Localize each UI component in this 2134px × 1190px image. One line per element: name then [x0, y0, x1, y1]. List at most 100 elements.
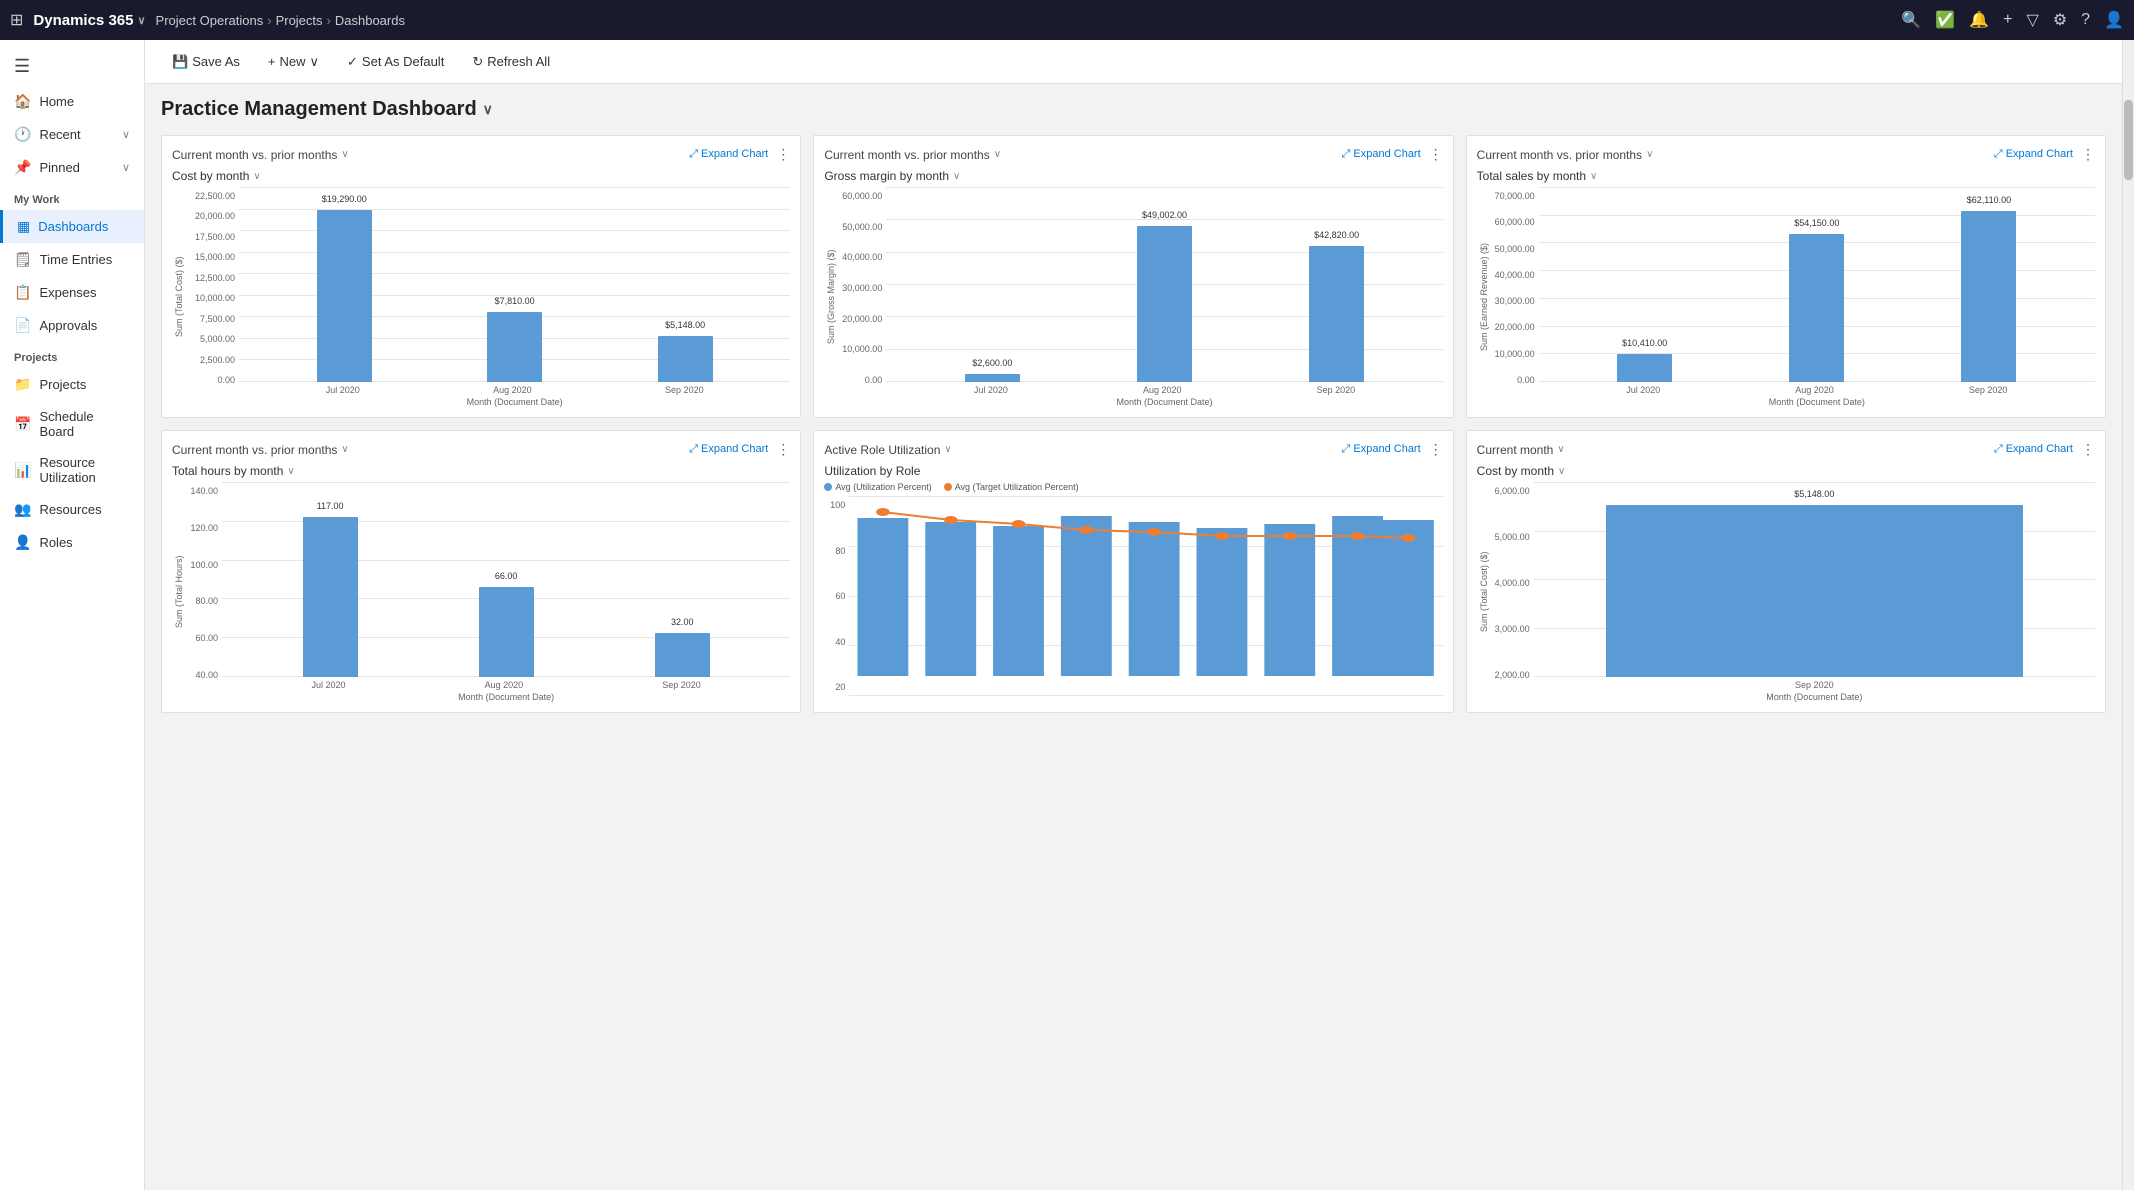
expand-chart-2[interactable]: ⤢ Expand Chart [1342, 148, 1421, 161]
y-axis-1: 22,500.0020,000.0017,500.0015,000.0012,5… [184, 187, 239, 407]
chart-header-chevron-4[interactable]: ∨ [341, 444, 348, 455]
chart-body-3: Sum (Earned Revenue) ($) 70,000.0060,000… [1477, 187, 2095, 407]
chart-subtitle-chevron-3[interactable]: ∨ [1590, 171, 1597, 182]
chart-plot-1: $19,290.00 $7,810.00 $5,148.00 [239, 187, 790, 407]
user-icon[interactable]: 👤 [2104, 10, 2124, 30]
expenses-icon: 📋 [14, 284, 31, 301]
sidebar-item-resources[interactable]: 👥 Resources [0, 493, 144, 526]
sidebar-item-dashboards[interactable]: ▦ Dashboards [0, 210, 144, 243]
help-icon[interactable]: ? [2081, 11, 2090, 29]
save-as-button[interactable]: 💾 Save As [161, 48, 251, 76]
save-as-icon: 💾 [172, 54, 188, 70]
chart-plot-2: $2,600.00 $49,002.00 $42,820.00 [886, 187, 1442, 407]
charts-row-2: Current month vs. prior months ∨ ⤢ Expan… [161, 430, 2106, 713]
chart-subtitle-chevron-2[interactable]: ∨ [953, 171, 960, 182]
chart-title-4: Current month vs. prior months ∨ [172, 443, 349, 457]
new-button[interactable]: + New ∨ [257, 48, 330, 76]
chart-subtitle-chevron-6[interactable]: ∨ [1558, 466, 1565, 477]
bar-val-2-1: $2,600.00 [972, 358, 1012, 368]
more-options-6[interactable]: ⋮ [2081, 441, 2095, 458]
brand-chevron[interactable]: ∨ [137, 14, 145, 27]
chart-subtitle-chevron-4[interactable]: ∨ [287, 466, 294, 477]
sidebar-item-projects[interactable]: 📁 Projects [0, 368, 144, 401]
x-label-2-3: Sep 2020 [1317, 385, 1356, 395]
sidebar-label-time-entries: Time Entries [40, 252, 112, 267]
expand-chart-1[interactable]: ⤢ Expand Chart [689, 148, 768, 161]
nav-icons: 🔍 ✅ 🔔 + ▽ ⚙ ? 👤 [1901, 10, 2124, 30]
bar-item-4-2: 66.00 [479, 587, 534, 677]
sidebar-item-expenses[interactable]: 📋 Expenses [0, 276, 144, 309]
chart-body-2: Sum (Gross Margin) ($) 60,000.0050,000.0… [824, 187, 1442, 407]
scrollbar[interactable] [2122, 40, 2134, 1190]
chart-header-chevron-5[interactable]: ∨ [944, 444, 951, 455]
bar-4-3 [655, 633, 710, 677]
chart-header-chevron-6[interactable]: ∨ [1557, 444, 1564, 455]
chart-actions-5: ⤢ Expand Chart ⋮ [1342, 441, 1443, 458]
filter-icon[interactable]: ▽ [2027, 10, 2039, 30]
sidebar-label-resource-util: Resource Utilization [39, 455, 130, 485]
chart-header-5: Active Role Utilization ∨ ⤢ Expand Chart… [824, 441, 1442, 458]
x-label-3-1: Jul 2020 [1626, 385, 1660, 395]
scroll-thumb[interactable] [2124, 100, 2133, 180]
chart-subtitle-text-4: Total hours by month [172, 464, 283, 478]
sidebar-item-pinned[interactable]: 📌 Pinned ∨ [0, 151, 144, 184]
charts-row-1: Current month vs. prior months ∨ ⤢ Expan… [161, 135, 2106, 418]
sidebar-item-schedule-board[interactable]: 📅 Schedule Board [0, 401, 144, 447]
brand[interactable]: Dynamics 365 ∨ [33, 12, 145, 29]
sidebar-item-time-entries[interactable]: 🗒 Time Entries [0, 243, 144, 276]
bars-container-2: $2,600.00 $49,002.00 $42,820.00 [886, 187, 1442, 382]
more-options-2[interactable]: ⋮ [1429, 146, 1443, 163]
bars-container-4: 117.00 66.00 32.00 [222, 482, 790, 677]
expand-chart-4[interactable]: ⤢ Expand Chart [689, 443, 768, 456]
sidebar-item-resource-utilization[interactable]: 📊 Resource Utilization [0, 447, 144, 493]
search-icon[interactable]: 🔍 [1901, 10, 1921, 30]
y-axis-6: 6,000.005,000.004,000.003,000.002,000.00 [1489, 482, 1534, 702]
more-options-1[interactable]: ⋮ [776, 146, 790, 163]
app-grid-icon[interactable]: ⊞ [10, 10, 23, 30]
chart-subtitle-3: Total sales by month ∨ [1477, 169, 2095, 183]
hamburger-menu[interactable]: ☰ [0, 48, 144, 85]
plus-icon[interactable]: + [2003, 11, 2012, 29]
approvals-icon: 📄 [14, 317, 31, 334]
y-axis-title-2: Sum (Gross Margin) ($) [824, 187, 836, 407]
chart-header-2: Current month vs. prior months ∨ ⤢ Expan… [824, 146, 1442, 163]
dashboard-title-chevron[interactable]: ∨ [483, 101, 493, 118]
more-options-5[interactable]: ⋮ [1429, 441, 1443, 458]
bell-icon[interactable]: 🔔 [1969, 10, 1989, 30]
breadcrumb-projects[interactable]: Projects [276, 13, 323, 28]
chart-title-3: Current month vs. prior months ∨ [1477, 148, 1654, 162]
breadcrumb-dashboards[interactable]: Dashboards [335, 13, 405, 28]
new-label: New [279, 54, 305, 69]
refresh-all-button[interactable]: ↻ Refresh All [461, 48, 561, 76]
chart-header-chevron-3[interactable]: ∨ [1646, 149, 1653, 160]
chart-subtitle-chevron-1[interactable]: ∨ [253, 171, 260, 182]
bars-3: $10,410.00 $54,150.00 $62,110.00 [1539, 187, 2095, 382]
chart-header-chevron-1[interactable]: ∨ [341, 149, 348, 160]
chart-title-5: Active Role Utilization ∨ [824, 443, 951, 457]
x-label-2-1: Jul 2020 [974, 385, 1008, 395]
chart-header-chevron-2[interactable]: ∨ [994, 149, 1001, 160]
check-icon[interactable]: ✅ [1935, 10, 1955, 30]
sidebar-item-recent[interactable]: 🕐 Recent ∨ [0, 118, 144, 151]
sidebar-item-approvals[interactable]: 📄 Approvals [0, 309, 144, 342]
x-title-4: Month (Document Date) [222, 692, 790, 702]
chart-header-label-6: Current month [1477, 443, 1554, 457]
expand-chart-3[interactable]: ⤢ Expand Chart [1994, 148, 2073, 161]
more-options-4[interactable]: ⋮ [776, 441, 790, 458]
expand-chart-5[interactable]: ⤢ Expand Chart [1342, 443, 1421, 456]
sidebar-item-home[interactable]: 🏠 Home [0, 85, 144, 118]
settings-icon[interactable]: ⚙ [2053, 10, 2067, 30]
legend-dot-target [944, 483, 952, 491]
legend-label-target: Avg (Target Utilization Percent) [955, 482, 1079, 492]
recent-chevron: ∨ [122, 128, 130, 141]
chart-subtitle-text-6: Cost by month [1477, 464, 1554, 478]
x-label-4-1: Jul 2020 [312, 680, 346, 690]
chart-subtitle-text-1: Cost by month [172, 169, 249, 183]
set-default-button[interactable]: ✓ Set As Default [336, 48, 455, 76]
expand-chart-6[interactable]: ⤢ Expand Chart [1994, 443, 2073, 456]
more-options-3[interactable]: ⋮ [2081, 146, 2095, 163]
sidebar-item-roles[interactable]: 👤 Roles [0, 526, 144, 559]
bar-1-2 [487, 312, 542, 382]
x-label-6-1: Sep 2020 [1795, 680, 1834, 690]
chart-actions-1: ⤢ Expand Chart ⋮ [689, 146, 790, 163]
